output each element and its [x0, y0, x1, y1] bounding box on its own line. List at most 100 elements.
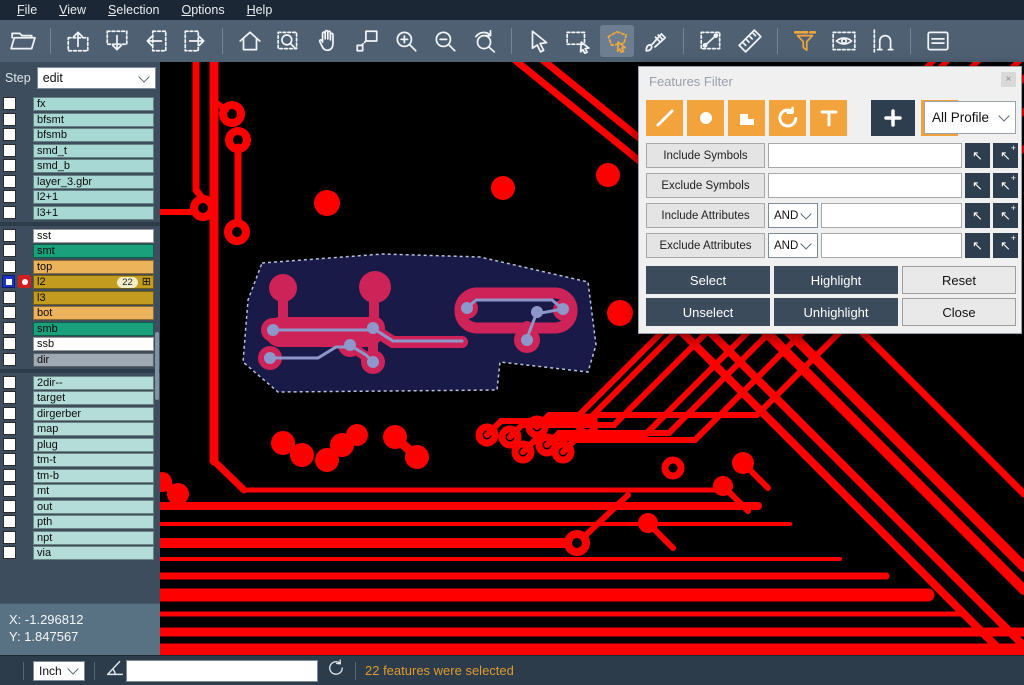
zoom-in-icon[interactable]	[389, 25, 423, 57]
layer-name-bar[interactable]: l222⊞	[33, 275, 154, 289]
layer-name-bar[interactable]: tm-t	[33, 453, 154, 467]
menu-item-help[interactable]: Help	[236, 0, 284, 20]
layer-name-bar[interactable]: bfsmb	[33, 128, 154, 142]
layer-checkbox[interactable]	[3, 546, 16, 559]
sidebar-scrollbar-thumb[interactable]	[155, 332, 159, 400]
layer-checkbox[interactable]	[3, 97, 16, 110]
exclude-attributes-input[interactable]	[821, 233, 962, 258]
close-icon[interactable]: ×	[1001, 72, 1016, 87]
layer-checkbox[interactable]	[2, 275, 15, 288]
menu-item-selection[interactable]: Selection	[97, 0, 170, 20]
include-symbols-assign-add-icon[interactable]: ↖+	[993, 143, 1018, 168]
unit-select[interactable]: Inch	[33, 661, 85, 681]
snap-icon[interactable]	[866, 25, 900, 57]
exclude-attributes-and-select[interactable]: AND	[768, 233, 818, 258]
lines-filter-icon[interactable]	[646, 100, 683, 136]
pan-right-icon[interactable]	[178, 25, 212, 57]
layer-name-bar[interactable]: layer_3.gbr	[33, 175, 154, 189]
layer-name-bar[interactable]: target	[33, 391, 154, 405]
show-features-icon[interactable]	[827, 25, 861, 57]
layer-name-bar[interactable]: pth	[33, 515, 154, 529]
pan-left-icon[interactable]	[139, 25, 173, 57]
zoom-window-icon[interactable]	[350, 25, 384, 57]
angle-measure-icon[interactable]	[104, 657, 126, 684]
layer-checkbox[interactable]	[3, 422, 16, 435]
layer-name-bar[interactable]: npt	[33, 531, 154, 545]
features-filter-icon[interactable]	[788, 25, 822, 57]
clear-brush-icon[interactable]	[639, 25, 673, 57]
layer-checkbox[interactable]	[3, 113, 16, 126]
exclude-attributes-assign-icon[interactable]: ↖	[965, 233, 990, 258]
layer-name-bar[interactable]: via	[33, 546, 154, 560]
dialog-title[interactable]: Features Filter	[649, 74, 733, 89]
select-button[interactable]: Select	[646, 266, 770, 294]
menu-item-options[interactable]: Options	[170, 0, 235, 20]
layer-name-bar[interactable]: map	[33, 422, 154, 436]
layer-checkbox[interactable]	[3, 175, 16, 188]
layer-checkbox[interactable]	[3, 453, 16, 466]
layer-name-bar[interactable]: dirgerber	[33, 407, 154, 421]
layer-name-bar[interactable]: smd_b	[33, 159, 154, 173]
layer-checkbox[interactable]	[3, 159, 16, 172]
layer-name-bar[interactable]: l3	[33, 291, 154, 305]
include-symbols-button[interactable]: Include Symbols	[646, 143, 765, 168]
layer-name-bar[interactable]: l3+1	[33, 206, 154, 220]
exclude-symbols-button[interactable]: Exclude Symbols	[646, 173, 765, 198]
layer-name-bar[interactable]: mt	[33, 484, 154, 498]
exclude-symbols-input[interactable]	[768, 173, 962, 198]
layer-checkbox[interactable]	[3, 438, 16, 451]
layer-name-bar[interactable]: smd_t	[33, 144, 154, 158]
include-attributes-input[interactable]	[821, 203, 962, 228]
pan-down-icon[interactable]	[100, 25, 134, 57]
layer-checkbox[interactable]	[3, 376, 16, 389]
layer-name-bar[interactable]: smt	[33, 244, 154, 258]
layer-name-bar[interactable]: fx	[33, 97, 154, 111]
layer-checkbox[interactable]	[3, 484, 16, 497]
include-attributes-and-select[interactable]: AND	[768, 203, 818, 228]
menu-item-view[interactable]: View	[48, 0, 97, 20]
polygon-select-icon[interactable]	[600, 25, 634, 57]
layer-checkbox[interactable]	[3, 244, 16, 257]
arcs-filter-icon[interactable]	[769, 100, 806, 136]
select-pointer-icon[interactable]	[522, 25, 556, 57]
zoom-previous-icon[interactable]	[467, 25, 501, 57]
layer-name-bar[interactable]: smb	[33, 322, 154, 336]
layer-checkbox[interactable]	[3, 128, 16, 141]
layer-checkbox[interactable]	[3, 291, 16, 304]
unselect-button[interactable]: Unselect	[646, 298, 770, 326]
unhighlight-button[interactable]: Unhighlight	[774, 298, 898, 326]
grid-icon[interactable]: ⊞	[142, 277, 151, 288]
layer-name-bar[interactable]: out	[33, 500, 154, 514]
home-view-icon[interactable]	[233, 25, 267, 57]
layer-checkbox[interactable]	[3, 306, 16, 319]
include-symbols-assign-icon[interactable]: ↖	[965, 143, 990, 168]
measure-distance-icon[interactable]	[694, 25, 728, 57]
include-attributes-button[interactable]: Include Attributes	[646, 203, 765, 228]
close-button[interactable]: Close	[902, 298, 1016, 326]
layer-checkbox[interactable]	[3, 322, 16, 335]
include-symbols-input[interactable]	[768, 143, 962, 168]
layer-name-bar[interactable]: sst	[33, 229, 154, 243]
command-input[interactable]	[126, 660, 318, 682]
layer-checkbox[interactable]	[3, 469, 16, 482]
pan-hand-icon[interactable]	[311, 25, 345, 57]
layer-checkbox[interactable]	[3, 206, 16, 219]
zoom-out-icon[interactable]	[428, 25, 462, 57]
layer-checkbox[interactable]	[3, 190, 16, 203]
selected-region[interactable]	[243, 254, 596, 392]
layer-name-bar[interactable]: top	[33, 260, 154, 274]
add-filter-icon[interactable]	[871, 100, 915, 136]
refresh-icon[interactable]	[326, 658, 346, 683]
layer-checkbox[interactable]	[3, 531, 16, 544]
layers-panel-icon[interactable]	[921, 25, 955, 57]
exclude-symbols-assign-add-icon[interactable]: ↖+	[993, 173, 1018, 198]
zoom-area-icon[interactable]	[272, 25, 306, 57]
exclude-attributes-assign-add-icon[interactable]: ↖+	[993, 233, 1018, 258]
layer-checkbox[interactable]	[3, 407, 16, 420]
open-file-icon[interactable]	[6, 25, 40, 57]
exclude-symbols-assign-icon[interactable]: ↖	[965, 173, 990, 198]
reset-button[interactable]: Reset	[902, 266, 1016, 294]
layer-checkbox[interactable]	[3, 500, 16, 513]
layer-name-bar[interactable]: ssb	[33, 337, 154, 351]
menu-item-file[interactable]: File	[6, 0, 48, 20]
